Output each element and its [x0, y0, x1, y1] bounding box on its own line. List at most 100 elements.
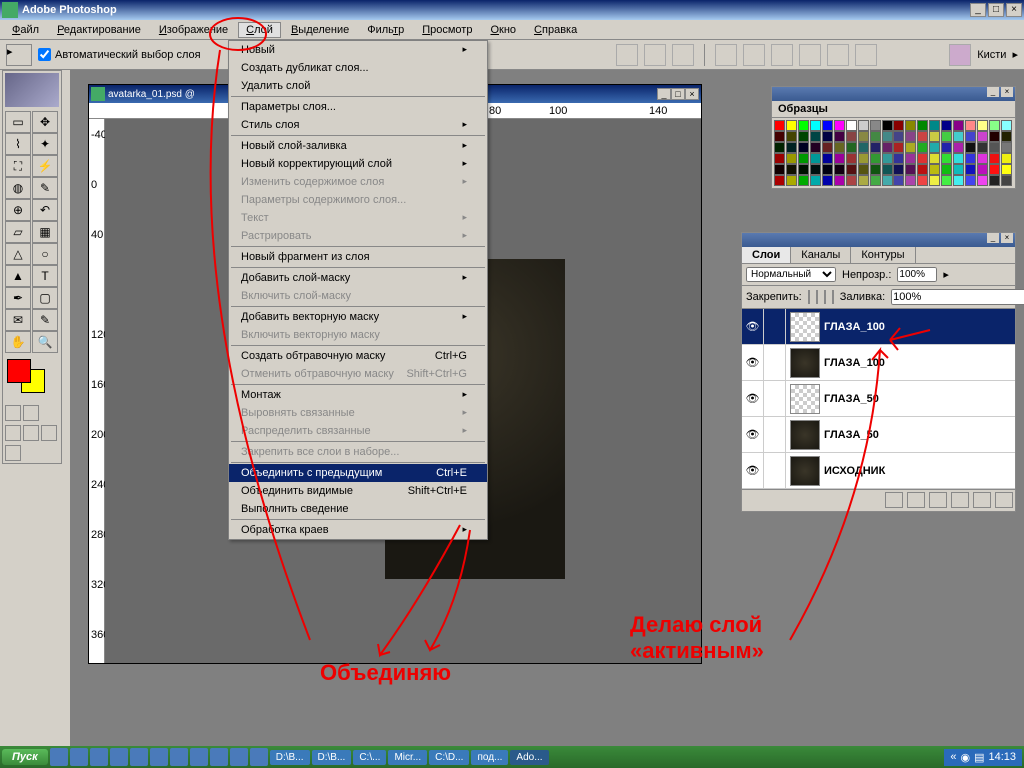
- link-cell[interactable]: [764, 309, 786, 344]
- swatch[interactable]: [846, 131, 857, 142]
- swatch[interactable]: [929, 131, 940, 142]
- swatch[interactable]: [834, 131, 845, 142]
- maximize-button[interactable]: □: [988, 3, 1004, 17]
- swatch[interactable]: [870, 142, 881, 153]
- swatch[interactable]: [905, 175, 916, 186]
- align-icon[interactable]: [616, 44, 638, 66]
- panel-minimize-icon[interactable]: _: [987, 233, 999, 243]
- opacity-input[interactable]: [897, 267, 937, 282]
- crop-tool[interactable]: ⛶: [5, 155, 31, 177]
- swatch[interactable]: [810, 120, 821, 131]
- swatch[interactable]: [810, 142, 821, 153]
- quicklaunch-icon[interactable]: [130, 748, 148, 766]
- swatch[interactable]: [834, 164, 845, 175]
- quicklaunch-icon[interactable]: [210, 748, 228, 766]
- swatch[interactable]: [893, 153, 904, 164]
- swatch[interactable]: [858, 120, 869, 131]
- swatch[interactable]: [929, 164, 940, 175]
- swatch[interactable]: [905, 131, 916, 142]
- swatch[interactable]: [858, 175, 869, 186]
- swatch[interactable]: [953, 131, 964, 142]
- swatch[interactable]: [893, 164, 904, 175]
- swatch[interactable]: [1001, 142, 1012, 153]
- swatch[interactable]: [774, 131, 785, 142]
- new-layer-icon[interactable]: [973, 492, 991, 508]
- swatch[interactable]: [834, 175, 845, 186]
- menu-filter[interactable]: Фильтр: [359, 22, 412, 38]
- swatch[interactable]: [798, 153, 809, 164]
- swatch[interactable]: [1001, 175, 1012, 186]
- tab-channels[interactable]: Каналы: [791, 247, 851, 263]
- swatch[interactable]: [917, 153, 928, 164]
- swatch[interactable]: [858, 153, 869, 164]
- gradient-tool[interactable]: ▦: [32, 221, 58, 243]
- color-picker[interactable]: [7, 359, 57, 399]
- swatch[interactable]: [870, 153, 881, 164]
- jump-icon[interactable]: [5, 445, 21, 461]
- swatch[interactable]: [989, 142, 1000, 153]
- layer-row[interactable]: 👁ГЛАЗА_50: [742, 417, 1015, 453]
- swatch[interactable]: [977, 164, 988, 175]
- pen-tool[interactable]: ✒: [5, 287, 31, 309]
- swatch[interactable]: [846, 153, 857, 164]
- layer-row[interactable]: 👁ГЛАЗА_50: [742, 381, 1015, 417]
- menu-item[interactable]: Добавить слой-маску: [229, 269, 487, 287]
- eraser-tool[interactable]: ▱: [5, 221, 31, 243]
- swatch[interactable]: [882, 120, 893, 131]
- swatch[interactable]: [929, 153, 940, 164]
- quicklaunch-icon[interactable]: [90, 748, 108, 766]
- screen-mode-icon[interactable]: [41, 425, 57, 441]
- swatch[interactable]: [893, 142, 904, 153]
- tray-icon[interactable]: ▤: [974, 751, 984, 764]
- wand-tool[interactable]: ✦: [32, 133, 58, 155]
- eyedropper-tool[interactable]: ✎: [32, 309, 58, 331]
- layer-style-icon[interactable]: [885, 492, 903, 508]
- swatch[interactable]: [822, 142, 833, 153]
- auto-select-checkbox[interactable]: Автоматический выбор слоя: [38, 48, 201, 61]
- chevron-icon[interactable]: ▸: [1012, 48, 1018, 61]
- swatch[interactable]: [786, 175, 797, 186]
- swatch[interactable]: [774, 164, 785, 175]
- swatch[interactable]: [977, 153, 988, 164]
- menu-view[interactable]: Просмотр: [414, 22, 480, 38]
- swatch[interactable]: [929, 142, 940, 153]
- foreground-color[interactable]: [7, 359, 31, 383]
- swatch[interactable]: [905, 153, 916, 164]
- menu-item[interactable]: Монтаж: [229, 386, 487, 404]
- menu-edit[interactable]: Редактирование: [49, 22, 149, 38]
- swatch[interactable]: [798, 120, 809, 131]
- swatch[interactable]: [965, 153, 976, 164]
- swatch[interactable]: [941, 120, 952, 131]
- move-tool[interactable]: ✥: [32, 111, 58, 133]
- swatch[interactable]: [977, 120, 988, 131]
- swatch[interactable]: [989, 153, 1000, 164]
- swatch[interactable]: [774, 153, 785, 164]
- swatch[interactable]: [822, 164, 833, 175]
- taskbar-item[interactable]: C:\...: [353, 750, 386, 765]
- panel-close-icon[interactable]: ×: [1001, 233, 1013, 243]
- quicklaunch-icon[interactable]: [50, 748, 68, 766]
- menu-item[interactable]: Объединить с предыдущимCtrl+E: [229, 464, 487, 482]
- swatch[interactable]: [822, 131, 833, 142]
- lasso-tool[interactable]: ⌇: [5, 133, 31, 155]
- doc-maximize-button[interactable]: □: [671, 88, 685, 100]
- swatch[interactable]: [798, 131, 809, 142]
- menu-item[interactable]: Новый фрагмент из слоя: [229, 248, 487, 266]
- quicklaunch-icon[interactable]: [230, 748, 248, 766]
- align-icon[interactable]: [672, 44, 694, 66]
- distribute-icon[interactable]: [743, 44, 765, 66]
- swatch[interactable]: [774, 120, 785, 131]
- stamp-tool[interactable]: ⊕: [5, 199, 31, 221]
- tab-paths[interactable]: Контуры: [851, 247, 915, 263]
- menu-item[interactable]: Добавить векторную маску: [229, 308, 487, 326]
- swatch[interactable]: [929, 120, 940, 131]
- quicklaunch-icon[interactable]: [150, 748, 168, 766]
- notes-tool[interactable]: ✉: [5, 309, 31, 331]
- distribute-icon[interactable]: [799, 44, 821, 66]
- layer-set-icon[interactable]: [929, 492, 947, 508]
- swatch[interactable]: [953, 120, 964, 131]
- panel-minimize-icon[interactable]: _: [987, 87, 999, 97]
- distribute-icon[interactable]: [771, 44, 793, 66]
- swatch[interactable]: [822, 120, 833, 131]
- swatch[interactable]: [870, 164, 881, 175]
